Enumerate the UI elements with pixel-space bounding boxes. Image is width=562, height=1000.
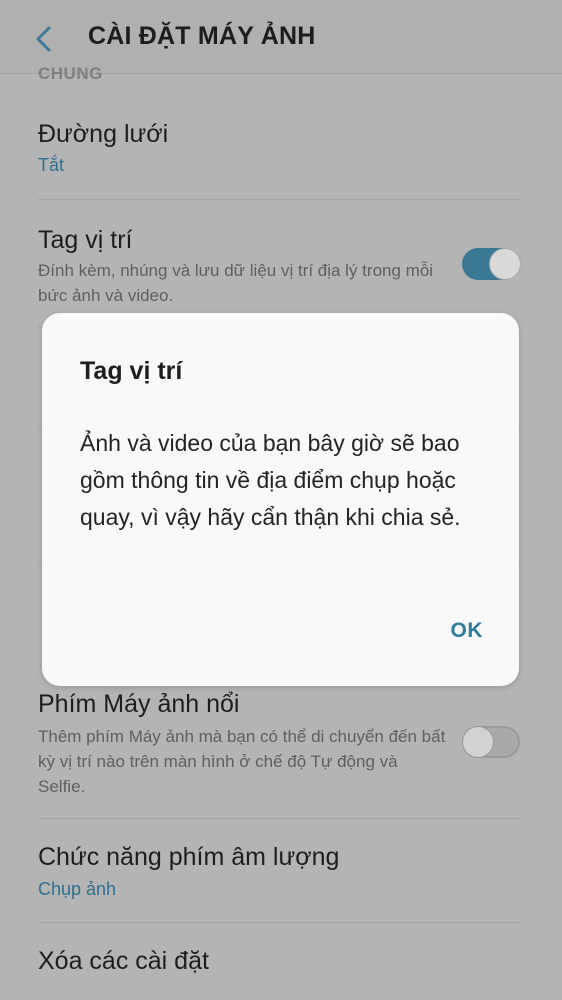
setting-title: Chức năng phím âm lượng (38, 843, 340, 871)
setting-volume-key[interactable]: Chức năng phím âm lượng Chụp ảnh (0, 819, 562, 923)
setting-grid-lines[interactable]: Đường lưới Tắt (0, 100, 562, 200)
location-tag-dialog: Tag vị trí Ảnh và video của bạn bây giờ … (42, 313, 519, 686)
setting-reset[interactable]: Xóa các cài đặt (0, 923, 562, 1000)
setting-title: Phím Máy ảnh nổi (38, 690, 240, 718)
location-tag-toggle[interactable] (462, 248, 521, 280)
setting-title: Xóa các cài đặt (38, 947, 209, 975)
toggle-knob (489, 248, 521, 280)
floating-button-toggle[interactable] (462, 726, 520, 758)
setting-description: Thêm phím Máy ảnh mà bạn có thể di chuyể… (38, 727, 446, 796)
setting-title: Tag vị trí (38, 226, 133, 254)
chevron-left-icon (36, 26, 51, 52)
dialog-title: Tag vị trí (80, 357, 183, 385)
setting-floating-camera-button[interactable]: Phím Máy ảnh nổi Thêm phím Máy ảnh mà bạ… (0, 666, 562, 818)
toggle-knob (462, 726, 494, 758)
setting-value: Chụp ảnh (38, 879, 117, 899)
ok-button[interactable]: OK (451, 619, 484, 643)
app-header: CÀI ĐẶT MÁY ẢNH (0, 0, 562, 74)
setting-description: Đính kèm, nhúng và lưu dữ liệu vị trí đị… (38, 261, 434, 305)
dialog-message: Ảnh và video của bạn bây giờ sẽ bao gồm … (80, 430, 461, 530)
setting-value: Tắt (38, 155, 65, 175)
page-title: CÀI ĐẶT MÁY ẢNH (88, 22, 316, 50)
setting-title: Đường lưới (38, 120, 169, 148)
section-header: CHUNG (38, 64, 103, 83)
setting-location-tag[interactable]: Tag vị trí Đính kèm, nhúng và lưu dữ liệ… (0, 200, 562, 328)
back-button[interactable] (30, 22, 60, 56)
